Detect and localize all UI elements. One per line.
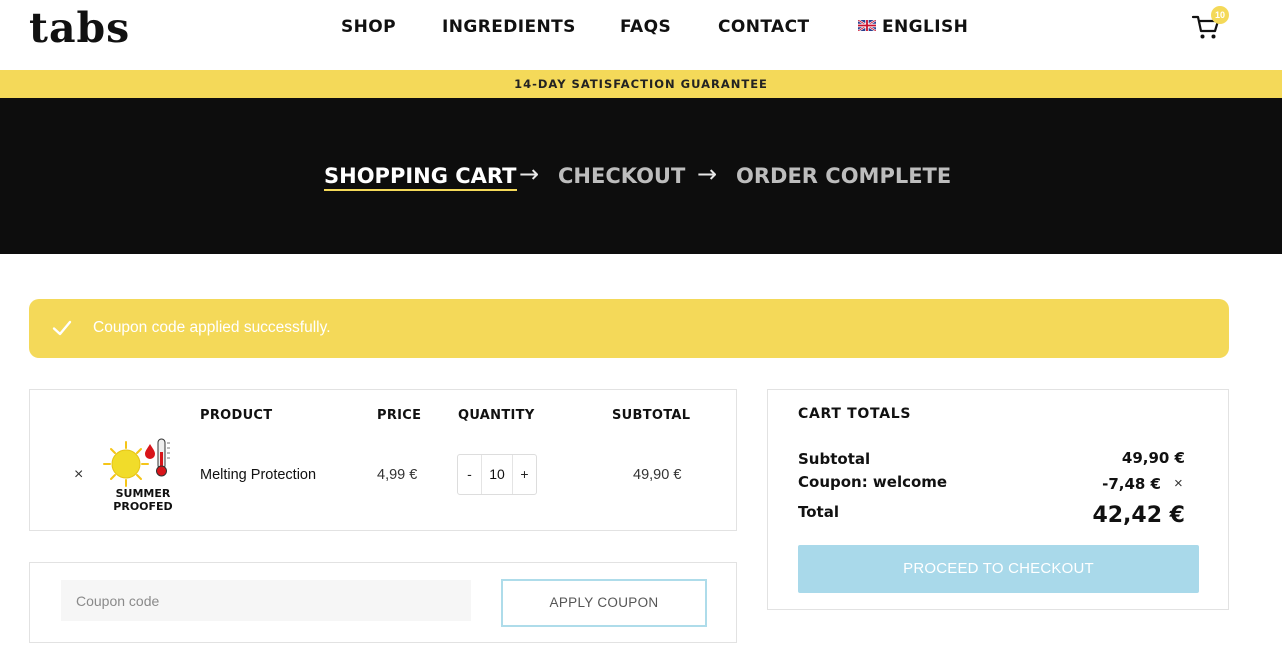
product-subtotal: 49,90 € — [633, 467, 682, 483]
header-price: PRICE — [377, 408, 422, 423]
uk-flag-icon — [858, 20, 876, 31]
checkmark-icon — [52, 320, 72, 336]
quantity-increase-button[interactable]: + — [512, 455, 536, 494]
header-subtotal: SUBTOTAL — [612, 408, 691, 423]
cart-count-badge: 10 — [1211, 6, 1229, 24]
subtotal-value: 49,90 € — [1121, 449, 1185, 467]
quantity-decrease-button[interactable]: - — [458, 455, 482, 494]
product-name-link[interactable]: Melting Protection — [200, 467, 316, 483]
header-product: PRODUCT — [200, 408, 273, 423]
step-shopping-cart: SHOPPING CART — [324, 164, 517, 191]
nav-faqs[interactable]: FAQS — [620, 17, 671, 37]
nav-shop[interactable]: SHOP — [341, 17, 396, 37]
coupon-code-input[interactable] — [61, 580, 471, 621]
header-quantity: QUANTITY — [458, 408, 535, 423]
nav-contact[interactable]: CONTACT — [718, 17, 809, 37]
cart-button[interactable]: 10 — [1191, 6, 1229, 44]
coupon-success-notice: Coupon code applied successfully. — [29, 299, 1229, 358]
cart-totals-panel: CART TOTALS Subtotal 49,90 € Coupon: wel… — [767, 389, 1229, 610]
guarantee-banner: 14-DAY SATISFACTION GUARANTEE — [0, 70, 1282, 98]
thumbnail-text-line-2: PROOFED — [113, 500, 172, 512]
main-nav: SHOP INGREDIENTS FAQS CONTACT ENGLISH — [0, 17, 1282, 39]
coupon-label: Coupon: welcome — [798, 473, 948, 491]
total-value: 42,42 € — [1092, 503, 1185, 528]
site-header: tabs SHOP INGREDIENTS FAQS CONTACT ENGLI… — [0, 0, 1282, 70]
step-arrow-icon: → — [697, 160, 718, 188]
subtotal-label: Subtotal — [798, 450, 871, 468]
coupon-panel: APPLY COUPON — [29, 562, 737, 643]
product-thumbnail[interactable]: SUMMER PROOFED — [103, 438, 183, 512]
step-order-complete: ORDER COMPLETE — [736, 164, 952, 188]
language-label: ENGLISH — [882, 17, 969, 37]
cart-totals-title: CART TOTALS — [798, 406, 912, 422]
cart-table: PRODUCT PRICE QUANTITY SUBTOTAL × SUMMER… — [29, 389, 737, 531]
notice-message: Coupon code applied successfully. — [93, 319, 331, 336]
apply-coupon-button[interactable]: APPLY COUPON — [501, 579, 707, 627]
total-label: Total — [798, 503, 839, 521]
language-switcher[interactable]: ENGLISH — [858, 17, 968, 37]
checkout-steps-hero: SHOPPING CART → CHECKOUT → ORDER COMPLET… — [0, 98, 1282, 254]
thumbnail-text-line-1: SUMMER — [116, 487, 171, 500]
nav-ingredients[interactable]: INGREDIENTS — [442, 17, 576, 37]
quantity-input[interactable] — [482, 455, 512, 494]
step-checkout: CHECKOUT — [558, 164, 686, 188]
coupon-discount-value: -7,48 € — [1102, 475, 1161, 493]
remove-coupon-button[interactable]: × — [1174, 475, 1183, 492]
proceed-to-checkout-button[interactable]: PROCEED TO CHECKOUT — [798, 545, 1199, 593]
remove-item-button[interactable]: × — [74, 466, 83, 484]
step-arrow-icon: → — [519, 160, 540, 188]
quantity-stepper: - + — [457, 454, 537, 495]
product-price: 4,99 € — [377, 467, 418, 483]
